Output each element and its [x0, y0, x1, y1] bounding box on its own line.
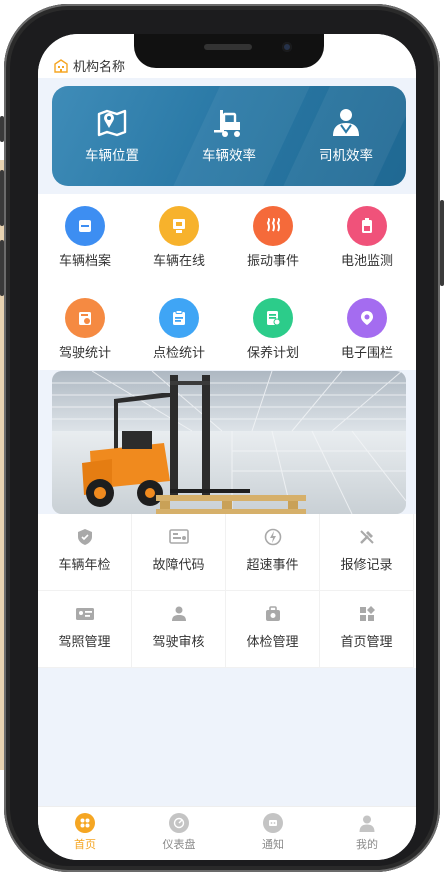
battery-icon — [347, 206, 387, 246]
archive-icon — [65, 206, 105, 246]
grid-item-battery-monitor[interactable]: 电池监测 — [320, 206, 414, 269]
dashboard-icon — [169, 813, 189, 833]
grid-label: 保养计划 — [246, 345, 299, 360]
grid-label: 驾照管理 — [58, 634, 111, 649]
geofence-icon — [347, 298, 387, 338]
grid-label: 振动事件 — [246, 253, 299, 268]
building-icon — [54, 58, 68, 73]
speed-icon — [264, 528, 281, 546]
maintenance-icon — [253, 298, 293, 338]
grid-label: 车辆档案 — [58, 253, 111, 268]
tab-dashboard[interactable]: 仪表盘 — [132, 813, 226, 852]
banner-label: 车辆效率 — [202, 148, 256, 163]
shield-icon — [77, 529, 92, 545]
grid-item-speeding-events[interactable]: 超速事件 — [226, 514, 320, 591]
grid-item-homepage-management[interactable]: 首页管理 — [320, 591, 414, 668]
banner-item-driver-efficiency[interactable]: 司机效率 — [296, 106, 396, 165]
grid-label: 报修记录 — [340, 557, 393, 572]
banner-label: 车辆位置 — [85, 148, 139, 163]
home-manage-icon — [359, 606, 375, 621]
online-icon — [159, 206, 199, 246]
grid-item-driving-review[interactable]: 驾驶审核 — [132, 591, 226, 668]
management-grid: 车辆年检 故障代码 超速事件 报修记录 驾照管理 驾驶审核 体检管理 首页管理 — [38, 514, 416, 668]
grid-item-geofence[interactable]: 电子围栏 — [320, 298, 414, 361]
power-button — [440, 200, 444, 286]
grid-item-license-management[interactable]: 驾照管理 — [38, 591, 132, 668]
repair-icon — [359, 530, 374, 544]
phone-frame: 机构名称 车辆位置 车辆效率 司机效率 车辆档案 车辆在线 振动事件 电池监测 … — [0, 4, 444, 872]
tab-label: 通知 — [262, 839, 284, 851]
grid-label: 驾驶审核 — [152, 634, 205, 649]
quick-access-banner: 车辆位置 车辆效率 司机效率 — [52, 86, 406, 186]
volume-up-button — [0, 170, 4, 226]
grid-label: 车辆年检 — [58, 557, 111, 572]
tab-profile[interactable]: 我的 — [320, 813, 414, 852]
org-name: 机构名称 — [73, 59, 126, 74]
grid-item-maintenance-plan[interactable]: 保养计划 — [226, 298, 320, 361]
forklift-illustration — [52, 371, 406, 514]
grid-item-vibration-events[interactable]: 振动事件 — [226, 206, 320, 269]
org-selector[interactable]: 机构名称 — [54, 56, 125, 75]
grid-label: 故障代码 — [152, 557, 205, 572]
app-screen: 机构名称 车辆位置 车辆效率 司机效率 车辆档案 车辆在线 振动事件 电池监测 … — [38, 34, 416, 860]
license-icon — [75, 608, 94, 620]
grid-label: 电子围栏 — [340, 345, 393, 360]
tab-notifications[interactable]: 通知 — [226, 813, 320, 852]
notice-icon — [263, 813, 283, 833]
tab-label: 首页 — [74, 839, 96, 851]
grid-label: 超速事件 — [246, 557, 299, 572]
vibration-icon — [253, 206, 293, 246]
banner-label: 司机效率 — [319, 148, 373, 163]
grid-label: 点检统计 — [152, 345, 205, 360]
driving-stats-icon — [65, 298, 105, 338]
grid-item-repair-records[interactable]: 报修记录 — [320, 514, 414, 591]
grid-label: 驾驶统计 — [58, 345, 111, 360]
grid-label: 首页管理 — [340, 634, 393, 649]
volume-down-button — [0, 240, 4, 296]
feature-grid: 车辆档案 车辆在线 振动事件 电池监测 驾驶统计 点检统计 保养计划 电子围栏 — [38, 194, 416, 370]
notch — [134, 34, 324, 68]
profile-icon — [357, 813, 377, 833]
banner-item-vehicle-efficiency[interactable]: 车辆效率 — [179, 106, 279, 165]
map-pin-icon — [97, 109, 127, 137]
grid-item-vehicle-online[interactable]: 车辆在线 — [132, 206, 226, 269]
fault-code-icon — [168, 529, 189, 544]
speaker-grille — [204, 44, 252, 50]
home-icon — [75, 813, 95, 833]
grid-item-annual-inspection[interactable]: 车辆年检 — [38, 514, 132, 591]
grid-item-driving-stats[interactable]: 驾驶统计 — [38, 298, 132, 361]
inspection-icon — [159, 298, 199, 338]
checkup-icon — [265, 606, 280, 621]
grid-label: 电池监测 — [340, 253, 393, 268]
tab-label: 我的 — [356, 839, 378, 851]
user-review-icon — [171, 606, 186, 621]
grid-item-inspection-stats[interactable]: 点检统计 — [132, 298, 226, 361]
tab-label: 仪表盘 — [162, 839, 196, 851]
forklift-warehouse-image — [52, 371, 406, 514]
mute-switch — [0, 116, 4, 142]
tab-home[interactable]: 首页 — [38, 813, 132, 852]
grid-item-checkup-management[interactable]: 体检管理 — [226, 591, 320, 668]
bottom-tab-bar: 首页 仪表盘 通知 我的 — [38, 806, 416, 860]
grid-item-fault-codes[interactable]: 故障代码 — [132, 514, 226, 591]
grid-item-vehicle-archive[interactable]: 车辆档案 — [38, 206, 132, 269]
forklift-icon — [214, 110, 240, 137]
banner-item-vehicle-location[interactable]: 车辆位置 — [62, 106, 162, 165]
grid-label: 车辆在线 — [152, 253, 205, 268]
grid-label: 体检管理 — [246, 634, 299, 649]
camera-icon — [282, 42, 292, 52]
driver-icon — [333, 109, 359, 136]
